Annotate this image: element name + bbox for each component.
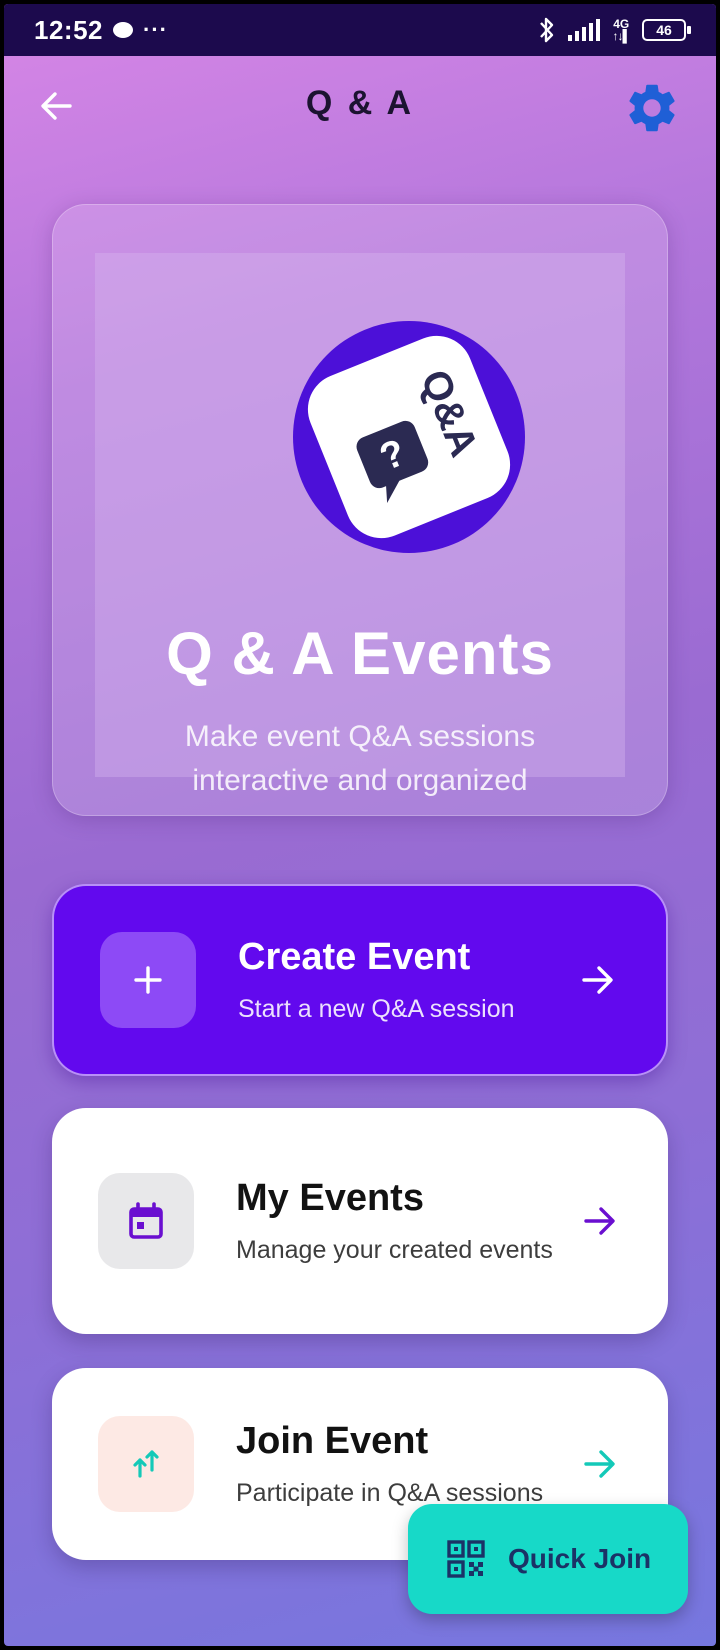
create-event-title: Create Event — [238, 935, 471, 978]
hero-inner-panel: ? Q&A Q & A Events Make event Q&A sessio… — [95, 253, 625, 797]
hero-subtitle: Make event Q&A sessions interactive and … — [184, 720, 536, 797]
gear-icon — [629, 84, 675, 132]
data-arrows-icon: ↑↓▌ — [612, 29, 630, 43]
quick-join-label: Quick Join — [508, 1543, 652, 1574]
hero-card: ? Q&A Q & A Events Make event Q&A sessio… — [52, 204, 668, 816]
status-time: 12:52 — [34, 14, 103, 45]
my-events-text: My Events Manage your created events — [236, 1177, 568, 1266]
create-event-icon-box — [100, 932, 196, 1028]
battery-icon: 46 — [642, 19, 691, 41]
my-events-icon-box — [98, 1173, 194, 1269]
more-notifications-icon: ··· — [143, 17, 168, 42]
arrows-up-down-icon — [133, 1450, 159, 1478]
my-events-card[interactable]: My Events Manage your created events — [52, 1108, 668, 1334]
message-notification-icon — [113, 22, 133, 38]
my-events-title: My Events — [236, 1176, 424, 1219]
status-bar: 12:52 ··· 4G ↑↓▌ 46 — [4, 4, 716, 56]
arrow-right-icon — [582, 966, 613, 994]
my-events-arrow — [580, 1201, 620, 1241]
plus-icon — [134, 966, 162, 994]
signal-strength-icon — [568, 19, 601, 41]
qr-code-icon — [447, 1540, 485, 1578]
join-event-title: Join Event — [236, 1419, 429, 1462]
create-event-text: Create Event Start a new Q&A session — [238, 936, 566, 1025]
network-indicator: 4G ↑↓▌ — [612, 18, 630, 42]
settings-button[interactable] — [622, 78, 682, 138]
join-event-text: Join Event Participate in Q&A sessions — [236, 1420, 568, 1509]
arrow-right-icon — [584, 1450, 615, 1478]
join-event-icon-box — [98, 1416, 194, 1512]
battery-level: 46 — [656, 22, 672, 38]
hero-title: Q & A Events — [166, 620, 554, 687]
quick-join-button[interactable]: Quick Join — [408, 1504, 688, 1614]
join-event-arrow — [580, 1444, 620, 1484]
qa-chat-bubble-icon: ? Q&A — [356, 364, 486, 503]
status-right: 4G ↑↓▌ 46 — [538, 16, 691, 44]
create-event-description: Start a new Q&A session — [238, 994, 515, 1023]
create-event-card[interactable]: Create Event Start a new Q&A session — [52, 884, 668, 1076]
arrow-right-icon — [584, 1207, 615, 1235]
bluetooth-icon — [540, 17, 554, 43]
screen: 12:52 ··· 4G ↑↓▌ 46 Q & A ? Q&A Q & A Ev… — [4, 4, 716, 1646]
my-events-description: Manage your created events — [236, 1235, 553, 1264]
app-header: Q & A — [4, 56, 716, 156]
app-logo: ? Q&A — [293, 321, 525, 553]
page-title: Q & A — [305, 84, 415, 122]
status-left: 12:52 ··· — [34, 15, 168, 46]
logo-tile: ? Q&A — [297, 325, 521, 549]
calendar-icon — [129, 1202, 163, 1239]
create-event-arrow — [578, 960, 618, 1000]
